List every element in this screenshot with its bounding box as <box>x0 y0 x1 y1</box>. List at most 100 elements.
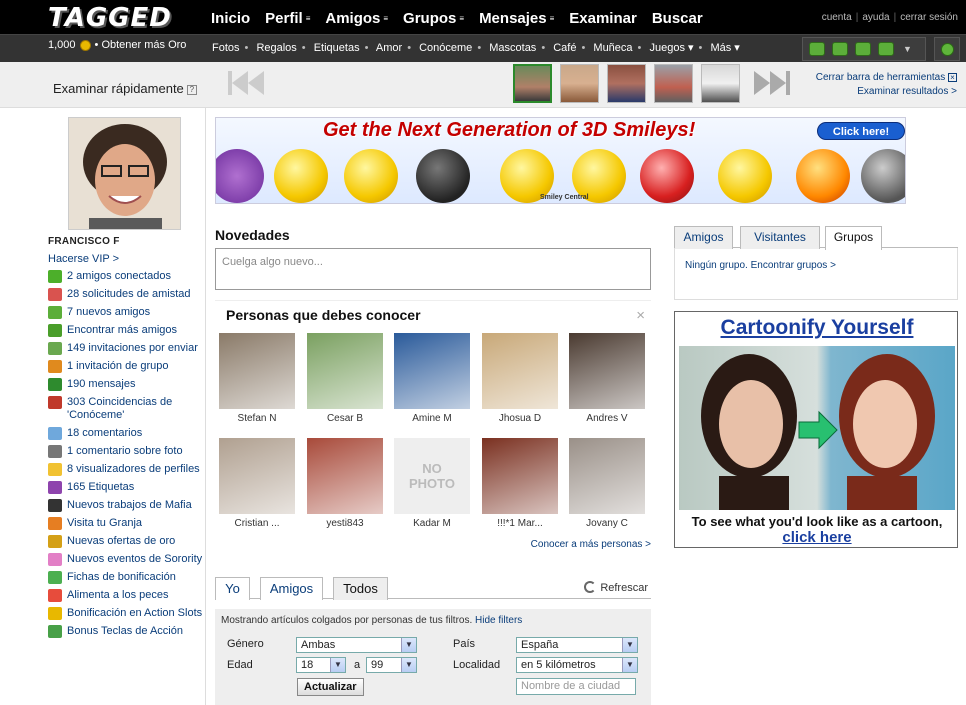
sidebar-item-label[interactable]: 18 comentarios <box>67 427 142 440</box>
quick-thumb[interactable] <box>513 64 552 103</box>
subnav-muneca[interactable]: Muñeca <box>593 42 632 54</box>
person-name[interactable]: !!!*1 Mar... <box>480 518 560 529</box>
nav-mensajes[interactable]: Mensajes ≡ <box>479 10 554 27</box>
nav-perfil[interactable]: Perfil ≡ <box>265 10 310 27</box>
person-name[interactable]: Cristian ... <box>217 518 297 529</box>
account-link[interactable]: cuenta <box>822 12 852 23</box>
sidebar-item-label[interactable]: Alimenta a los peces <box>67 589 169 602</box>
sidebar-item[interactable]: 2 amigos conectados <box>48 270 206 283</box>
person-photo[interactable] <box>219 438 295 514</box>
sidebar-item-label[interactable]: 1 invitación de grupo <box>67 360 169 373</box>
sidebar-item[interactable]: 190 mensajes <box>48 378 206 391</box>
sidebar-item-label[interactable]: 7 nuevos amigos <box>67 306 150 319</box>
first-arrow-icon[interactable] <box>226 69 266 97</box>
add-friend-icon[interactable] <box>809 42 825 56</box>
sidebar-item[interactable]: 1 invitación de grupo <box>48 360 206 373</box>
online-friends-icon[interactable] <box>855 42 871 56</box>
hide-filters-link[interactable]: Hide filters <box>475 615 522 626</box>
sidebar-item-label[interactable]: Fichas de bonificación <box>67 571 176 584</box>
banner-click-button[interactable]: Click here! <box>817 122 905 140</box>
subnav-amor[interactable]: Amor <box>376 42 402 54</box>
person-card[interactable]: Amine M <box>392 333 472 424</box>
person-card[interactable]: Andres V <box>567 333 647 424</box>
no-groups-link[interactable]: Ningún grupo. Encontrar grupos > <box>685 260 836 271</box>
locality-select[interactable]: en 5 kilómetros ▼ <box>516 657 638 673</box>
sidebar-item[interactable]: Encontrar más amigos <box>48 324 206 337</box>
age-from-select[interactable]: 18 ▼ <box>296 657 346 673</box>
sidebar-item[interactable]: 7 nuevos amigos <box>48 306 206 319</box>
person-name[interactable]: Stefan N <box>217 413 297 424</box>
tagged-logo[interactable]: TAGGED <box>48 3 172 33</box>
person-name[interactable]: Amine M <box>392 413 472 424</box>
subnav-etiquetas[interactable]: Etiquetas <box>314 42 360 54</box>
profile-avatar[interactable] <box>68 117 181 230</box>
sidebar-item-label[interactable]: 2 amigos conectados <box>67 270 171 283</box>
sidebar-item[interactable]: Bonificación en Action Slots <box>48 607 206 620</box>
quick-thumb[interactable] <box>701 64 740 103</box>
subnav-cafe[interactable]: Café <box>553 42 576 54</box>
person-card[interactable]: Jhosua D <box>480 333 560 424</box>
friend-request-icon[interactable] <box>832 42 848 56</box>
sidebar-item-label[interactable]: 165 Etiquetas <box>67 481 134 494</box>
age-to-select[interactable]: 99 ▼ <box>366 657 417 673</box>
person-name[interactable]: Jovany C <box>567 518 647 529</box>
close-toolbar-link[interactable]: Cerrar barra de herramientas × <box>816 71 957 85</box>
person-name[interactable]: Cesar B <box>305 413 385 424</box>
sidebar-item[interactable]: 28 solicitudes de amistad <box>48 288 206 301</box>
sidebar-item-label[interactable]: Bonificación en Action Slots <box>67 607 202 620</box>
person-photo[interactable]: NO PHOTO <box>394 438 470 514</box>
sidebar-item[interactable]: Nuevas ofertas de oro <box>48 535 206 548</box>
close-icon[interactable]: × <box>948 73 957 82</box>
subnav-regalos[interactable]: Regalos <box>256 42 296 54</box>
sidebar-item[interactable]: 303 Coincidencias de 'Conóceme' <box>48 396 206 422</box>
tab-friends[interactable]: Amigos <box>674 226 733 249</box>
post-input[interactable]: Cuelga algo nuevo... <box>215 248 651 290</box>
browse-results-link[interactable]: Examinar resultados > <box>816 85 957 99</box>
ad-image[interactable] <box>679 346 955 510</box>
sidebar-item-label[interactable]: 190 mensajes <box>67 378 136 391</box>
sidebar-item-label[interactable]: Nuevos trabajos de Mafia <box>67 499 192 512</box>
person-card[interactable]: yesti843 <box>305 438 385 529</box>
last-arrow-icon[interactable] <box>752 69 792 97</box>
subnav-mascotas[interactable]: Mascotas <box>489 42 536 54</box>
messages-icon[interactable] <box>878 42 894 56</box>
refresh-button[interactable]: Refrescar <box>584 581 648 594</box>
person-photo[interactable] <box>219 333 295 409</box>
subnav-fotos[interactable]: Fotos <box>212 42 240 54</box>
help-icon[interactable]: ? <box>186 85 197 95</box>
sidebar-item-label[interactable]: Visita tu Granja <box>67 517 142 530</box>
person-photo[interactable] <box>307 438 383 514</box>
subnav-conoceme[interactable]: Conóceme <box>419 42 472 54</box>
person-card[interactable]: Jovany C <box>567 438 647 529</box>
sidebar-item-label[interactable]: 28 solicitudes de amistad <box>67 288 191 301</box>
person-name[interactable]: Jhosua D <box>480 413 560 424</box>
sidebar-item[interactable]: 18 comentarios <box>48 427 206 440</box>
tab-amigos[interactable]: Amigos <box>260 577 323 600</box>
logout-link[interactable]: cerrar sesión <box>900 12 958 23</box>
quick-thumb[interactable] <box>560 64 599 103</box>
person-photo[interactable] <box>394 333 470 409</box>
sidebar-item-label[interactable]: 1 comentario sobre foto <box>67 445 183 458</box>
sidebar-item-label[interactable]: Encontrar más amigos <box>67 324 177 337</box>
subnav-mas[interactable]: Más ▾ <box>710 42 739 54</box>
country-select[interactable]: España ▼ <box>516 637 638 653</box>
sidebar-item[interactable]: Fichas de bonificación <box>48 571 206 584</box>
subnav-juegos[interactable]: Juegos ▾ <box>649 42 693 54</box>
ad-title[interactable]: Cartoonify Yourself <box>675 316 957 340</box>
person-photo[interactable] <box>482 438 558 514</box>
person-photo[interactable] <box>569 333 645 409</box>
status-toggle[interactable] <box>934 37 960 61</box>
ad-click-here-link[interactable]: click here <box>675 529 957 546</box>
update-button[interactable]: Actualizar <box>297 678 364 696</box>
close-icon[interactable]: × <box>636 307 645 324</box>
sidebar-item[interactable]: 165 Etiquetas <box>48 481 206 494</box>
nav-inicio[interactable]: Inicio <box>211 10 250 27</box>
person-name[interactable]: Andres V <box>567 413 647 424</box>
sidebar-item[interactable]: Nuevos trabajos de Mafia <box>48 499 206 512</box>
sidebar-item-label[interactable]: 303 Coincidencias de 'Conóceme' <box>67 396 206 422</box>
sidebar-item[interactable]: Bonus Teclas de Acción <box>48 625 206 638</box>
help-link[interactable]: ayuda <box>862 12 889 23</box>
quick-thumb[interactable] <box>607 64 646 103</box>
quick-thumb[interactable] <box>654 64 693 103</box>
meet-more-people-link[interactable]: Conocer a más personas > <box>531 539 651 550</box>
